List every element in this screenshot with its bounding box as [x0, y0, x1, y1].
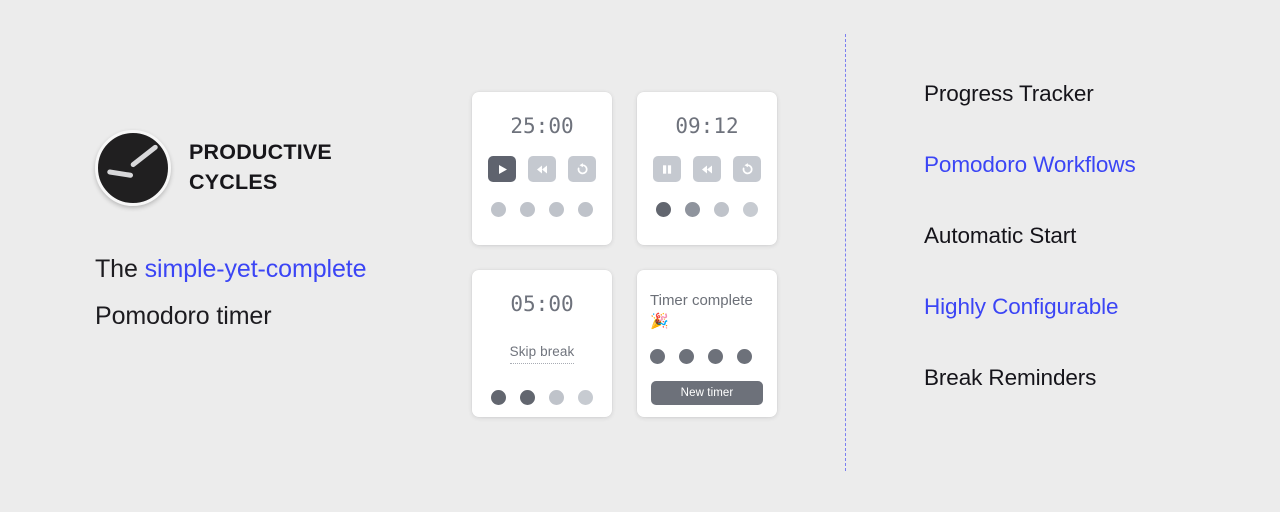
brand-title-line-2: CYCLES: [189, 170, 278, 194]
feature-item-break-reminders: Break Reminders: [924, 365, 1097, 390]
progress-dot: [650, 348, 665, 364]
tagline-prefix: The: [95, 255, 145, 283]
reset-icon[interactable]: [568, 156, 596, 182]
progress-dot: [520, 390, 535, 405]
timer-complete-message: Timer complete 🎉: [650, 292, 753, 331]
timer-card-running[interactable]: 09:12: [637, 92, 777, 245]
brand-title-line-1: PRODUCTIVE: [189, 140, 332, 165]
feature-item-automatic-start: Automatic Start: [924, 223, 1077, 248]
progress-dots: [472, 390, 612, 405]
progress-dot: [578, 202, 593, 217]
timer-display: 25:00: [510, 114, 574, 138]
skip-break-wrap: Skip break: [472, 343, 612, 364]
timer-display: 09:12: [675, 114, 739, 138]
progress-dot: [737, 348, 752, 364]
rewind-icon[interactable]: [693, 156, 721, 182]
tagline-line-2: Pomodoro timer: [95, 301, 272, 330]
reset-icon[interactable]: [733, 156, 761, 182]
vertical-divider: [845, 34, 846, 471]
feature-item-highly-configurable: Highly Configurable: [924, 294, 1119, 319]
progress-dot: [549, 202, 564, 217]
progress-dot: [679, 348, 694, 364]
progress-dot: [743, 202, 758, 217]
timer-controls: [637, 156, 777, 182]
new-timer-button[interactable]: New timer: [651, 380, 763, 405]
rewind-icon[interactable]: [528, 156, 556, 182]
play-icon[interactable]: [488, 156, 516, 182]
timer-card-break[interactable]: 05:00 Skip break: [472, 270, 612, 417]
clock-face: [95, 130, 171, 206]
progress-dot: [491, 390, 506, 405]
progress-dots: [637, 202, 777, 217]
feature-list: Progress Tracker Pomodoro Workflows Auto…: [924, 80, 1254, 391]
progress-dot: [708, 348, 723, 364]
tagline-accent: simple-yet-complete: [144, 255, 367, 283]
progress-dot: [656, 202, 671, 217]
progress-dot: [549, 390, 564, 405]
pause-icon[interactable]: [653, 156, 681, 182]
brand-column: PRODUCTIVE CYCLES The simple-yet-complet…: [95, 130, 425, 336]
timer-display: 05:00: [510, 292, 574, 316]
tagline: The simple-yet-complete Pomodoro timer: [95, 250, 425, 336]
timer-card-grid: 25:00 09:12 05:00 Skip break Timer compl…: [472, 92, 777, 417]
progress-dots: [472, 202, 612, 217]
progress-dot: [685, 202, 700, 217]
timer-controls: [472, 156, 612, 182]
progress-dot: [491, 202, 506, 217]
timer-card-complete[interactable]: Timer complete 🎉 New timer: [637, 270, 777, 417]
progress-dot: [714, 202, 729, 217]
skip-break-link[interactable]: Skip break: [509, 344, 575, 364]
clock-icon: [95, 130, 171, 206]
feature-item-progress-tracker: Progress Tracker: [924, 81, 1094, 106]
progress-dot: [578, 390, 593, 405]
feature-item-pomodoro-workflows: Pomodoro Workflows: [924, 152, 1136, 177]
brand-title: PRODUCTIVE CYCLES: [189, 138, 332, 197]
progress-dots: [637, 348, 777, 364]
brand-row: PRODUCTIVE CYCLES: [95, 130, 425, 206]
timer-card-idle[interactable]: 25:00: [472, 92, 612, 245]
progress-dot: [520, 202, 535, 217]
